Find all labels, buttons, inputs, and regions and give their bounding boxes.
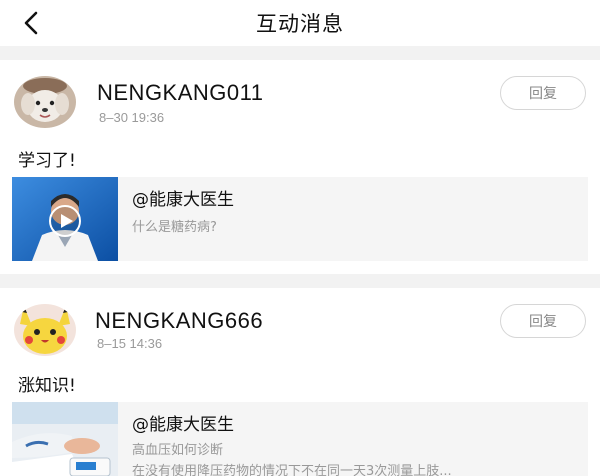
- quoted-post[interactable]: @能康大医生 高血压如何诊断 在没有使用降压药物的情况下不在同一天3次测量上肢.…: [12, 402, 588, 476]
- comment-text: 涨知识!: [18, 376, 76, 396]
- video-thumbnail[interactable]: [12, 177, 118, 261]
- quote-text: 什么是糖药病?: [132, 220, 217, 235]
- page-title: 互动消息: [256, 12, 344, 36]
- message-card: NENGKANG666 8–15 14:36 回复 涨知识! @能康大医生 高血…: [0, 288, 600, 476]
- reply-button[interactable]: 回复: [500, 76, 586, 110]
- username[interactable]: NENGKANG011: [97, 80, 263, 106]
- username[interactable]: NENGKANG666: [95, 308, 263, 334]
- quote-text: 高血压如何诊断: [132, 443, 224, 458]
- quote-author: @能康大医生: [132, 190, 234, 210]
- timestamp: 8–30 19:36: [99, 110, 165, 125]
- message-card: NENGKANG011 8–30 19:36 回复 学习了! @能康大医生 什么…: [0, 60, 600, 274]
- top-bar: 互动消息: [0, 0, 600, 46]
- quote-text-continued: 在没有使用降压药物的情况下不在同一天3次测量上肢...: [132, 464, 452, 476]
- reply-button[interactable]: 回复: [500, 304, 586, 338]
- quoted-post[interactable]: @能康大医生 什么是糖药病?: [12, 177, 588, 261]
- quote-author: @能康大医生: [132, 415, 234, 435]
- comment-text: 学习了!: [18, 151, 76, 171]
- back-arrow-icon[interactable]: [18, 8, 46, 38]
- pikachu-avatar-icon[interactable]: [14, 304, 76, 356]
- timestamp: 8–15 14:36: [97, 336, 163, 351]
- article-thumbnail[interactable]: [12, 402, 118, 476]
- puppy-avatar-icon[interactable]: [14, 76, 76, 128]
